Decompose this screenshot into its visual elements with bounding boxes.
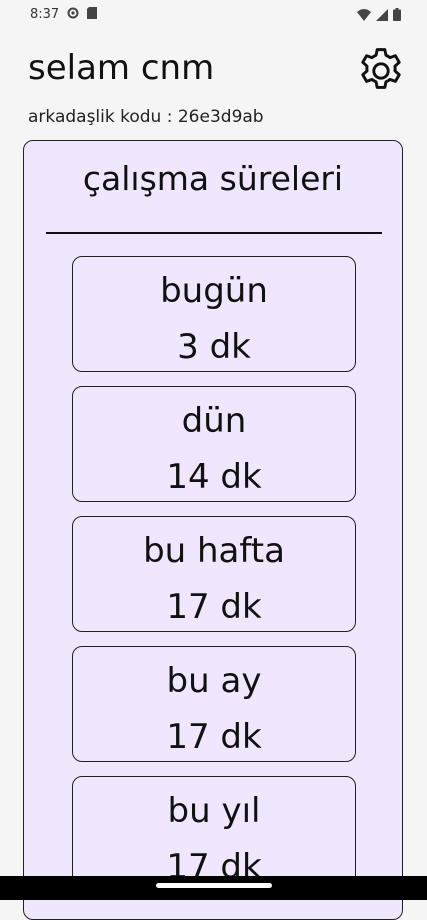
sd-card-icon [87,7,97,19]
stat-value: 17 dk [166,717,262,757]
status-time: 8:37 [30,7,60,22]
stat-label: dün [181,401,247,441]
stat-label: bu hafta [143,531,285,571]
page-title: selam cnm [28,48,215,88]
settings-button[interactable] [354,44,408,98]
settings-notification-icon [67,7,79,19]
panel-title: çalışma süreleri [82,159,344,198]
status-system-icons [357,8,401,21]
stat-label: bu ay [166,661,262,701]
status-notification-icons [67,7,97,19]
study-times-panel: çalışma süreleri bugün 3 dk dün 14 dk bu… [23,140,403,920]
gear-icon [361,48,401,89]
battery-icon [393,8,401,21]
stat-value: 3 dk [177,327,251,367]
stat-card-this-month: bu ay 17 dk [72,646,356,762]
divider [46,232,382,234]
stat-card-this-year: bu yıl 17 dk [72,776,356,892]
home-gesture-handle[interactable] [156,883,272,888]
signal-icon [376,8,388,21]
stat-label: bugün [160,271,268,311]
stat-card-this-week: bu hafta 17 dk [72,516,356,632]
stat-label: bu yıl [167,791,261,831]
wifi-icon [357,8,371,21]
stat-card-today: bugün 3 dk [72,256,356,372]
friend-code: arkadaşlik kodu : 26e3d9ab [28,107,264,127]
stat-value: 14 dk [166,457,262,497]
stat-card-yesterday: dün 14 dk [72,386,356,502]
navigation-bar [0,876,427,900]
status-bar: 8:37 [0,0,427,30]
stat-value: 17 dk [166,587,262,627]
